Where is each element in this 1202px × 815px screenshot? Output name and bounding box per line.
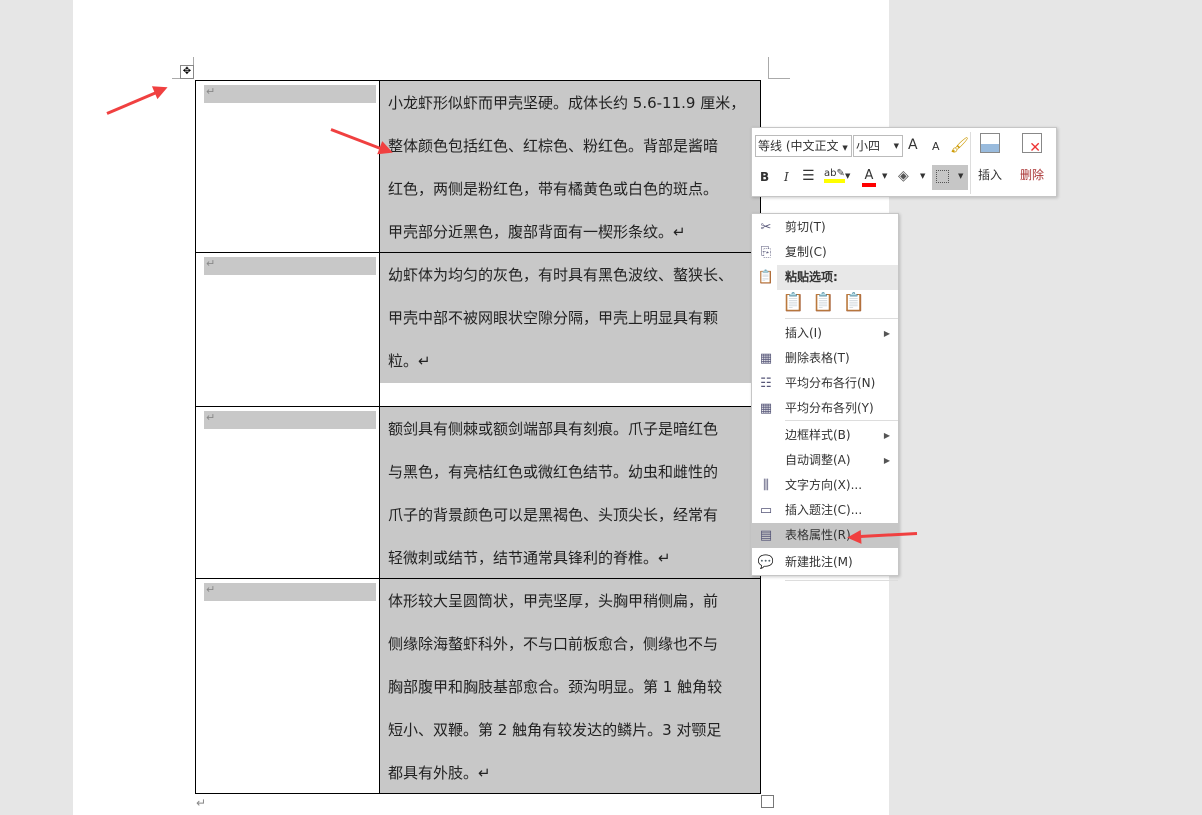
table-cell[interactable]: ↵ [195, 406, 380, 579]
table-cell[interactable]: 幼虾体为均匀的灰色，有时具有黑色波纹、螯狭长、 甲壳中部不被网眼状空隙分隔，甲壳上… [379, 252, 761, 407]
font-name-select[interactable]: 等线 (中文正文 ▼ [755, 135, 852, 157]
table-cell[interactable]: 额剑具有侧棘或额剑端部具有刻痕。爪子是暗红色 与黑色，有亮桔红色或微红色结节。幼虫… [379, 406, 761, 579]
menu-item-label: 平均分布各行(N) [785, 376, 876, 390]
table-cell[interactable]: 小龙虾形似虾而甲壳坚硬。成体长约 5.6-11.9 厘米， 整体颜色包括红色、红棕… [379, 80, 761, 253]
paragraph-mark: ↵ [196, 796, 207, 810]
menu-item-delete-table[interactable]: ▦ 删除表格(T) [752, 346, 898, 371]
distribute-rows-icon: ☷ [760, 376, 772, 391]
margin-corner [768, 57, 790, 79]
copy-icon: ⎘ [760, 245, 772, 260]
paste-icon: 📋 [757, 270, 775, 285]
font-color-button[interactable]: A [862, 168, 876, 187]
cell-text-line: 甲壳部分近黑色，腹部背面有一楔形条纹。↵ [388, 223, 686, 241]
shading-icon[interactable]: ◈ [898, 168, 909, 184]
menu-item-scissors[interactable]: ✂ 剪切(T) [752, 215, 898, 240]
menu-item-label: 插入题注(C)... [785, 503, 863, 517]
cell-text-line: 爪子的背景颜色可以是黑褐色、头顶尖长，经常有 [388, 506, 719, 524]
cell-text-line: 与黑色，有亮桔红色或微红色结节。幼虫和雌性的 [388, 463, 719, 481]
cell-text-line: 额剑具有侧棘或额剑端部具有刻痕。爪子是暗红色 [388, 420, 719, 438]
shrink-font-button[interactable]: A [932, 140, 940, 153]
grow-font-button[interactable]: A [908, 137, 918, 153]
cell-text-line: 都具有外肢。↵ [388, 764, 491, 782]
cell-text-line: 粒。↵ [388, 352, 431, 370]
cell-mark: ↵ [204, 85, 376, 103]
delete-table-icon: ▦ [759, 351, 773, 366]
borders-button[interactable]: ▼ [932, 165, 968, 190]
cell-text-line: 甲壳中部不被网眼状空隙分隔，甲壳上明显具有颗 [388, 309, 719, 327]
distribute-columns-icon: ▦ [759, 401, 773, 416]
table-move-handle-icon[interactable]: ✥ [180, 65, 194, 79]
menu-item-text-direction[interactable]: ⫼ 文字方向(X)... [752, 473, 898, 498]
italic-button[interactable]: I [784, 170, 789, 184]
cell-text-line: 侧缘除海螯虾科外，不与口前板愈合，侧缘也不与 [388, 635, 719, 653]
chevron-right-icon: ▶ [883, 329, 890, 338]
menu-item-label: 粘贴选项: [785, 270, 838, 284]
cell-text-line: 整体颜色包括红色、红棕色、粉红色。背部是酱暗 [388, 137, 719, 155]
comment-icon: 💬 [757, 555, 775, 570]
cell-mark: ↵ [204, 257, 376, 275]
chevron-down-icon[interactable]: ▼ [920, 172, 925, 180]
menu-item-comment[interactable]: 💬 新建批注(M) [752, 550, 898, 575]
cell-text-line: 胸部腹甲和胸肢基部愈合。颈沟明显。第 1 触角较 [388, 678, 723, 696]
cell-text-line: 体形较大呈圆筒状，甲壳坚厚，头胸甲稍侧扁，前 [388, 592, 719, 610]
delete-button[interactable]: 删除 [1020, 166, 1044, 183]
cell-text-line: 红色，两侧是粉红色，带有橘黄色或白色的斑点。 [388, 180, 719, 198]
table-properties-icon: ▤ [759, 528, 773, 543]
caption-icon: ▭ [759, 503, 773, 518]
center-align-icon[interactable]: ☰ [802, 168, 815, 184]
format-painter-icon[interactable]: 🖌 [950, 136, 969, 154]
cell-text-line: 短小、双鞭。第 2 触角有较发达的鳞片。3 对颚足 [388, 721, 722, 739]
menu-item-distribute-rows[interactable]: ☷ 平均分布各行(N) [752, 371, 898, 396]
menu-item-label: 边框样式(B) [785, 428, 851, 442]
table-resize-handle[interactable] [761, 795, 774, 808]
scissors-icon: ✂ [760, 220, 772, 235]
menu-item-label: 复制(C) [785, 245, 827, 259]
font-size-select[interactable]: 小四 ▼ [853, 135, 903, 157]
mini-toolbar: 等线 (中文正文 ▼ 小四 ▼ A A 🖌 B I ☰ ab✎ ▼ A ▼ ◈ ▼… [751, 127, 1057, 197]
chevron-right-icon: ▶ [883, 456, 890, 465]
cell-text-line: 小龙虾形似虾而甲壳坚硬。成体长约 5.6-11.9 厘米， [388, 94, 746, 112]
paste-options-icons[interactable]: 📋📋📋 [782, 292, 873, 313]
menu-item-label: 平均分布各列(Y) [785, 401, 874, 415]
bold-button[interactable]: B [760, 170, 769, 184]
text-direction-icon: ⫼ [763, 478, 769, 493]
insert-table-icon[interactable] [980, 133, 1000, 153]
delete-table-icon[interactable]: ✕ [1022, 133, 1042, 156]
menu-item-paste[interactable]: 📋 粘贴选项: [758, 265, 898, 290]
cell-mark: ↵ [204, 583, 376, 601]
context-menu: ✂ 剪切(T) ⎘ 复制(C) 📋 粘贴选项: 插入(I) ▶ ▦ 删除表格(T) ☷ 平均分布各行(… [751, 213, 899, 581]
menu-item-label: 插入(I) [785, 326, 822, 340]
table-cell[interactable]: 体形较大呈圆筒状，甲壳坚厚，头胸甲稍侧扁，前 侧缘除海螯虾科外，不与口前板愈合，侧… [379, 578, 761, 794]
menu-item-distribute-columns[interactable]: ▦ 平均分布各列(Y) [752, 396, 898, 421]
cell-mark: ↵ [204, 411, 376, 429]
menu-item-label: 剪切(T) [785, 220, 826, 234]
menu-item-item7[interactable]: 边框样式(B) ▶ [752, 423, 898, 448]
table-cell[interactable]: ↵ [195, 578, 380, 794]
chevron-right-icon: ▶ [883, 431, 890, 440]
menu-item-item3[interactable]: 插入(I) ▶ [752, 321, 898, 346]
chevron-down-icon[interactable]: ▼ [845, 172, 850, 180]
cell-text-line: 幼虾体为均匀的灰色，有时具有黑色波纹、螯狭长、 [388, 266, 734, 284]
menu-item-label: 文字方向(X)... [785, 478, 863, 492]
table-cell[interactable]: ↵ [195, 80, 380, 253]
menu-item-label: 新建批注(M) [785, 555, 853, 569]
menu-item-label: 删除表格(T) [785, 351, 850, 365]
chevron-down-icon[interactable]: ▼ [882, 172, 887, 180]
menu-item-caption[interactable]: ▭ 插入题注(C)... [752, 498, 898, 523]
menu-item-copy[interactable]: ⎘ 复制(C) [752, 240, 898, 265]
menu-item-label: 自动调整(A) [785, 453, 851, 467]
menu-item-item8[interactable]: 自动调整(A) ▶ [752, 448, 898, 473]
insert-button[interactable]: 插入 [978, 166, 1002, 183]
table-cell[interactable]: ↵ [195, 252, 380, 407]
cell-text-line: 轻微刺或结节，结节通常具锋利的脊椎。↵ [388, 549, 671, 567]
highlight-icon[interactable]: ab✎ [824, 168, 845, 183]
